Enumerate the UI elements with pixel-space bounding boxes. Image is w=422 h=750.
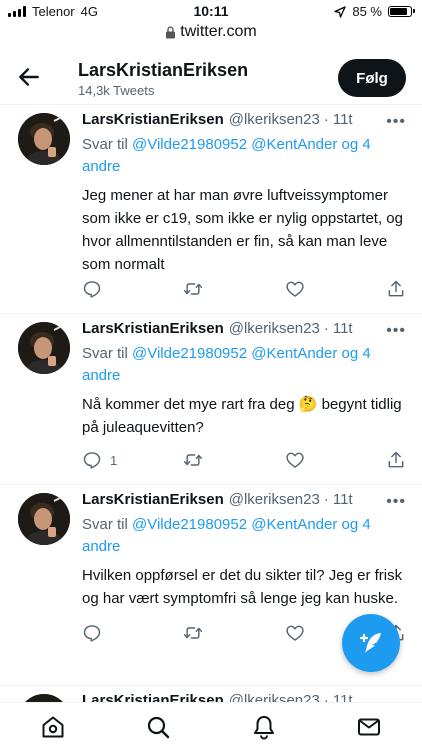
retweet-button[interactable] (183, 450, 223, 470)
retweet-icon (184, 283, 203, 295)
retweet-button[interactable] (183, 279, 223, 299)
like-button[interactable] (285, 623, 325, 643)
follow-button[interactable]: Følg (338, 59, 406, 97)
share-button[interactable] (386, 279, 406, 299)
reply-icon (83, 625, 101, 642)
mail-icon[interactable] (356, 714, 382, 740)
profile-name: LarsKristianEriksen (78, 60, 249, 80)
search-icon[interactable] (145, 714, 171, 740)
author-handle[interactable]: @lkeriksen23 (229, 111, 320, 128)
location-icon (334, 5, 347, 18)
like-button[interactable] (285, 279, 325, 299)
battery-percent: 85 % (352, 4, 382, 19)
like-icon (286, 281, 304, 297)
tweet-header: LarsKristianEriksen @lkeriksen23 · 11t (82, 491, 406, 508)
tweet-content: LarsKristianEriksen @lkeriksen23 · 11t •… (82, 111, 406, 276)
more-icon[interactable]: ••• (386, 493, 406, 511)
tweet-text: Nå kommer det mye rart fra deg 🤔 begynt … (82, 396, 402, 436)
more-icon[interactable]: ••• (386, 113, 406, 131)
tweet-text: Hvilken oppførsel er det du sikter til? … (82, 567, 403, 607)
more-icon[interactable]: ••• (386, 322, 406, 340)
tweet-time[interactable]: 11t (333, 320, 353, 337)
reply-context: Svar til @Vilde21980952 @KentAnder og 4 … (82, 134, 406, 178)
status-bar: Telenor 4G 10:11 85 % (0, 0, 422, 22)
reply-icon (83, 452, 101, 469)
profile-header: LarsKristianEriksen 14,3k Tweets Følg (0, 52, 422, 102)
battery-level (390, 8, 407, 15)
url-bar[interactable]: twitter.com (0, 21, 422, 43)
status-right: 85 % (334, 4, 415, 19)
author-name[interactable]: LarsKristianEriksen (82, 491, 224, 508)
back-arrow-icon[interactable] (16, 64, 42, 90)
reply-context: Svar til @Vilde21980952 @KentAnder og 4 … (82, 343, 406, 387)
share-icon (388, 451, 404, 468)
mention-link[interactable]: @Vilde21980952 (132, 345, 247, 362)
avatar[interactable] (18, 322, 70, 374)
compose-tweet-button[interactable] (342, 614, 400, 672)
tweet[interactable]: LarsKristianEriksen @lkeriksen23 · 11t •… (0, 313, 422, 484)
like-icon (286, 625, 304, 641)
mention-link[interactable]: @Vilde21980952 (132, 136, 247, 153)
avatar[interactable] (18, 493, 70, 545)
reply-context: Svar til @Vilde21980952 @KentAnder og 4 … (82, 514, 406, 558)
url-text: twitter.com (180, 23, 257, 40)
tweet-header: LarsKristianEriksen @lkeriksen23 · 11t (82, 320, 406, 337)
lock-icon (166, 25, 176, 38)
share-button[interactable] (386, 450, 406, 470)
author-handle[interactable]: @lkeriksen23 (229, 320, 320, 337)
battery-icon (388, 6, 415, 17)
tweet-content: LarsKristianEriksen @lkeriksen23 · 11t •… (82, 320, 406, 439)
mention-link[interactable]: @Vilde21980952 (132, 516, 247, 533)
tweet-time[interactable]: 11t (333, 111, 353, 128)
separator-dot: · (323, 111, 329, 128)
reply-button[interactable] (82, 279, 122, 299)
reply-prefix: Svar til (82, 345, 128, 362)
reply-count: 1 (110, 452, 118, 468)
tweet-time[interactable]: 11t (333, 491, 353, 508)
like-button[interactable] (285, 450, 325, 470)
tweet-actions: 1 (82, 450, 406, 470)
author-name[interactable]: LarsKristianEriksen (82, 320, 224, 337)
compose-icon (359, 633, 381, 653)
tweet-actions (82, 279, 406, 299)
retweet-icon (184, 627, 203, 639)
reply-prefix: Svar til (82, 516, 128, 533)
bottom-nav (0, 702, 422, 750)
tweet-text: Jeg mener at har man øvre luftveissympto… (82, 187, 403, 273)
reply-button[interactable] (82, 623, 122, 643)
like-icon (286, 452, 304, 468)
tweet-content: LarsKristianEriksen @lkeriksen23 · 11t •… (82, 491, 406, 610)
reply-prefix: Svar til (82, 136, 128, 153)
tweet-header: LarsKristianEriksen @lkeriksen23 · 11t (82, 111, 406, 128)
home-icon[interactable] (40, 714, 66, 740)
retweet-button[interactable] (183, 623, 223, 643)
separator-dot: · (323, 320, 329, 337)
author-name[interactable]: LarsKristianEriksen (82, 111, 224, 128)
avatar[interactable] (18, 113, 70, 165)
share-icon (388, 280, 404, 297)
reply-icon (83, 281, 101, 298)
tweet-count: 14,3k Tweets (78, 83, 155, 98)
author-handle[interactable]: @lkeriksen23 (229, 491, 320, 508)
retweet-icon (184, 454, 203, 466)
tweet[interactable]: LarsKristianEriksen @lkeriksen23 · 11t •… (0, 104, 422, 313)
reply-button[interactable]: 1 (82, 450, 122, 470)
bell-icon[interactable] (251, 714, 277, 740)
separator-dot: · (323, 491, 329, 508)
